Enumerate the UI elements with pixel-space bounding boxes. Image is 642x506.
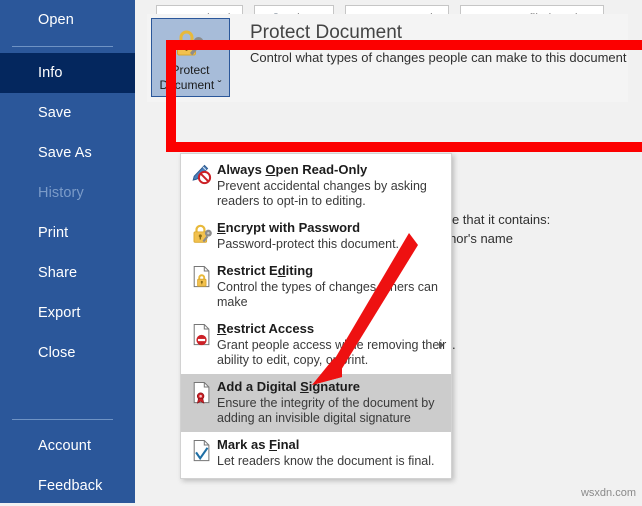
title-post: pen Read-Only	[275, 162, 368, 177]
sidebar-item-save[interactable]: Save	[0, 93, 135, 133]
menu-item-description: Password-protect this document.	[217, 237, 400, 251]
sidebar-item-label: Save	[38, 105, 72, 121]
sidebar-item-history: History	[0, 173, 135, 213]
protect-button-line2: Document	[159, 78, 215, 92]
title-post: ignature	[308, 379, 361, 394]
sidebar-item-label: Save As	[38, 145, 92, 161]
menu-item-always-open-read-only[interactable]: Always Open Read-Only Prevent accidental…	[181, 157, 451, 215]
sidebar-item-label: Export	[38, 305, 81, 321]
sidebar-item-account[interactable]: Account	[0, 426, 135, 466]
sidebar-item-label: History	[38, 185, 84, 201]
title-accel: S	[300, 379, 309, 394]
menu-item-body: Always Open Read-Only Prevent accidental…	[217, 162, 447, 209]
title-post: ncrypt with Password	[225, 220, 361, 235]
protect-button-line1: Protect	[171, 63, 210, 77]
title-accel: F	[269, 437, 277, 452]
title-pre: Mark as	[217, 437, 270, 452]
title-post: estrict Access	[226, 321, 315, 336]
menu-item-title: Always Open Read-Only	[217, 162, 447, 178]
page-title: Protect Document	[250, 22, 403, 43]
sidebar-divider-bottom	[12, 419, 113, 420]
menu-item-restrict-access[interactable]: Restrict Access Grant people access whil…	[181, 316, 451, 374]
menu-item-description: Prevent accidental changes by asking rea…	[217, 179, 427, 208]
sidebar-item-label: Info	[38, 65, 63, 81]
protect-document-panel: Protect Document ˇ Protect Document Cont…	[147, 14, 628, 102]
menu-item-body: Mark as Final Let readers know the docum…	[217, 437, 447, 469]
menu-item-body: Encrypt with Password Password-protect t…	[217, 220, 447, 252]
sidebar-item-close[interactable]: Close	[0, 333, 135, 373]
document-deny-icon	[187, 321, 217, 368]
menu-item-title: Add a Digital Signature	[217, 379, 447, 395]
document-check-icon	[187, 437, 217, 469]
sidebar-divider-top	[12, 46, 113, 47]
sidebar-item-label: Print	[38, 225, 69, 241]
title-accel: d	[277, 263, 286, 278]
submenu-chevron-right-icon[interactable]	[439, 341, 444, 349]
sidebar-item-label: Feedback	[38, 478, 103, 494]
chevron-down-icon[interactable]: ˇ	[218, 78, 222, 92]
protect-document-menu: Always Open Read-Only Prevent accidental…	[180, 153, 452, 479]
title-accel: R	[217, 321, 227, 336]
menu-item-title: Restrict Access	[217, 321, 447, 337]
sidebar-item-print[interactable]: Print	[0, 213, 135, 253]
padlock-key-icon	[187, 220, 217, 252]
menu-item-body: Restrict Editing Control the types of ch…	[217, 263, 447, 310]
sidebar-item-open[interactable]: Open	[0, 0, 135, 40]
pen-blocked-icon	[187, 162, 217, 209]
sidebar-item-feedback[interactable]: Feedback	[0, 466, 135, 506]
protect-document-description: Control what types of changes people can…	[250, 50, 627, 65]
protect-document-text: Protect Document Control what types of c…	[250, 14, 627, 65]
protect-document-button-label: Protect Document ˇ	[159, 63, 221, 93]
menu-item-title: Mark as Final	[217, 437, 447, 453]
menu-item-title: Encrypt with Password	[217, 220, 447, 236]
sidebar-item-save-as[interactable]: Save As	[0, 133, 135, 173]
menu-item-restrict-editing[interactable]: Restrict Editing Control the types of ch…	[181, 258, 451, 316]
menu-item-title: Restrict Editing	[217, 263, 447, 279]
menu-item-description: Control the types of changes others can …	[217, 280, 438, 309]
menu-item-body: Restrict Access Grant people access whil…	[217, 321, 447, 368]
protect-document-button[interactable]: Protect Document ˇ	[151, 18, 230, 97]
title-pre: Restrict E	[217, 263, 278, 278]
backstage-content: Upload Share Copy path Open file locatio…	[135, 0, 642, 503]
sidebar-item-label: Open	[38, 12, 74, 28]
menu-item-mark-as-final[interactable]: Mark as Final Let readers know the docum…	[181, 432, 451, 475]
sidebar-item-share[interactable]: Share	[0, 253, 135, 293]
title-pre: Always	[217, 162, 266, 177]
sidebar-item-info[interactable]: Info	[0, 53, 135, 93]
backstage-sidebar: Open Info Save Save As History Print Sha…	[0, 0, 135, 503]
menu-item-body: Add a Digital Signature Ensure the integ…	[217, 379, 447, 426]
title-pre: Add a Digital	[217, 379, 301, 394]
watermark-text: wsxdn.com	[580, 487, 636, 499]
sidebar-item-label: Account	[38, 438, 92, 454]
menu-item-description: Let readers know the document is final.	[217, 454, 435, 468]
menu-item-description: Ensure the integrity of the document by …	[217, 396, 435, 425]
document-signature-icon	[187, 379, 217, 426]
menu-item-add-a-digital-signature[interactable]: Add a Digital Signature Ensure the integ…	[181, 374, 451, 432]
title-accel: E	[217, 220, 226, 235]
sidebar-item-export[interactable]: Export	[0, 293, 135, 333]
title-post: iting	[285, 263, 314, 278]
sidebar-item-label: Share	[38, 265, 78, 281]
menu-item-description: Grant people access while removing their…	[217, 338, 447, 367]
sidebar-item-label: Close	[38, 345, 76, 361]
menu-item-encrypt-with-password[interactable]: Encrypt with Password Password-protect t…	[181, 215, 451, 258]
document-lock-icon	[187, 263, 217, 310]
title-post: inal	[277, 437, 300, 452]
lock-key-icon	[176, 30, 203, 56]
title-accel: O	[265, 162, 276, 177]
